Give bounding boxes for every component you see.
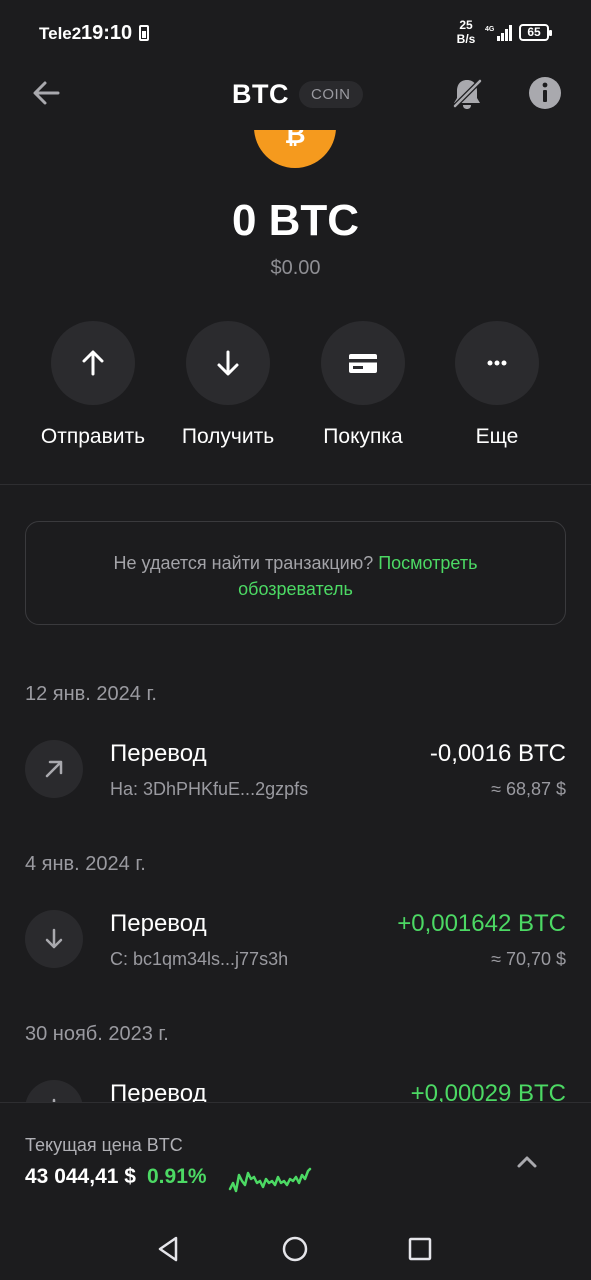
info-button[interactable] [526, 74, 564, 114]
current-price-bar[interactable]: Текущая цена BTC 43 044,41 $ 0.91% [0, 1102, 591, 1212]
signal-icon: 4G [485, 25, 512, 41]
nav-home-button[interactable] [278, 1232, 312, 1266]
transaction-row[interactable]: Перевод На: 3DhPHKfuE...2gzpfs -0,0016 B… [0, 740, 591, 820]
network-speed: 25 B/s [452, 18, 480, 46]
more-label: Еще [475, 425, 519, 448]
price-change: 0.91% [147, 1165, 207, 1188]
notifications-button[interactable] [448, 74, 486, 114]
network-speed-value: 25 [459, 18, 473, 32]
network-speed-unit: B/s [456, 32, 476, 46]
tx-amount: +0,001642 BTC [397, 910, 566, 937]
circle-home-icon [282, 1236, 308, 1262]
status-bar: Tele2 19:10 25 B/s 4G 65 [0, 0, 591, 66]
square-recents-icon [408, 1237, 432, 1261]
receive-button-circle[interactable] [186, 321, 270, 405]
info-icon [529, 77, 561, 109]
expand-button[interactable] [510, 1145, 544, 1179]
nav-recents-button[interactable] [403, 1232, 437, 1266]
coin-badge: COIN [299, 80, 363, 108]
date-label: 30 нояб. 2023 г. [25, 1023, 169, 1045]
explorer-notice: Не удается найти транзакцию? Посмотреть … [25, 521, 566, 625]
tx-title: Перевод [110, 740, 207, 767]
chevron-up-icon [517, 1156, 537, 1168]
price-value: 43 044,41 $ [25, 1165, 136, 1188]
balance-fiat: $0.00 [270, 257, 321, 279]
receive-label: Получить [181, 425, 275, 448]
triangle-back-icon [158, 1236, 178, 1262]
carrier-name: Tele2 [39, 24, 82, 43]
send-label: Отправить [40, 425, 146, 448]
date-label: 4 янв. 2024 г. [25, 853, 146, 875]
nav-back-button[interactable] [152, 1232, 186, 1266]
send-button[interactable]: Отправить [23, 321, 163, 449]
price-sparkline [228, 1167, 312, 1193]
bitcoin-icon: ₿ [284, 119, 306, 149]
more-button[interactable]: Еще [427, 321, 567, 449]
tx-amount: -0,0016 BTC [429, 740, 566, 767]
arrow-down-icon [45, 928, 63, 949]
tx-fiat: ≈ 70,70 $ [491, 949, 566, 969]
balance-amount: 0 BTC [231, 196, 360, 245]
battery-saver-icon [139, 25, 149, 41]
date-label: 12 янв. 2024 г. [25, 683, 157, 705]
tx-direction-badge [25, 910, 83, 968]
tx-address: С: bc1qm34ls...j77s3h [110, 949, 289, 969]
receive-button[interactable]: Получить [158, 321, 298, 449]
bell-off-icon [451, 77, 484, 110]
tx-address: На: 3DhPHKfuE...2gzpfs [110, 779, 309, 799]
buy-button-circle[interactable] [321, 321, 405, 405]
page-title: BTC [232, 78, 289, 109]
arrow-up-right-icon [45, 760, 63, 778]
tx-title: Перевод [110, 910, 207, 937]
card-icon [349, 354, 377, 373]
tx-fiat: ≈ 68,87 $ [491, 779, 566, 799]
notice-text: Не удается найти транзакцию? [113, 553, 374, 573]
tx-direction-badge [25, 740, 83, 798]
divider [0, 484, 591, 485]
more-icon [487, 360, 507, 366]
buy-label: Покупка [323, 425, 403, 448]
network-type: 4G [485, 26, 495, 33]
more-button-circle[interactable] [455, 321, 539, 405]
header-title-group: BTC COIN [232, 78, 363, 110]
battery-level: 65 [519, 24, 552, 41]
transaction-row[interactable]: Перевод С: bc1qm34ls...j77s3h +0,001642 … [0, 910, 591, 990]
price-label: Текущая цена BTC [25, 1135, 183, 1155]
arrow-down-icon [217, 350, 239, 376]
arrow-left-icon [33, 81, 60, 105]
clock: 19:10 [81, 22, 133, 44]
system-nav-bar [0, 1212, 591, 1280]
send-button-circle[interactable] [51, 321, 135, 405]
buy-button[interactable]: Покупка [293, 321, 433, 449]
arrow-up-icon [82, 350, 104, 376]
back-button[interactable] [26, 74, 66, 114]
